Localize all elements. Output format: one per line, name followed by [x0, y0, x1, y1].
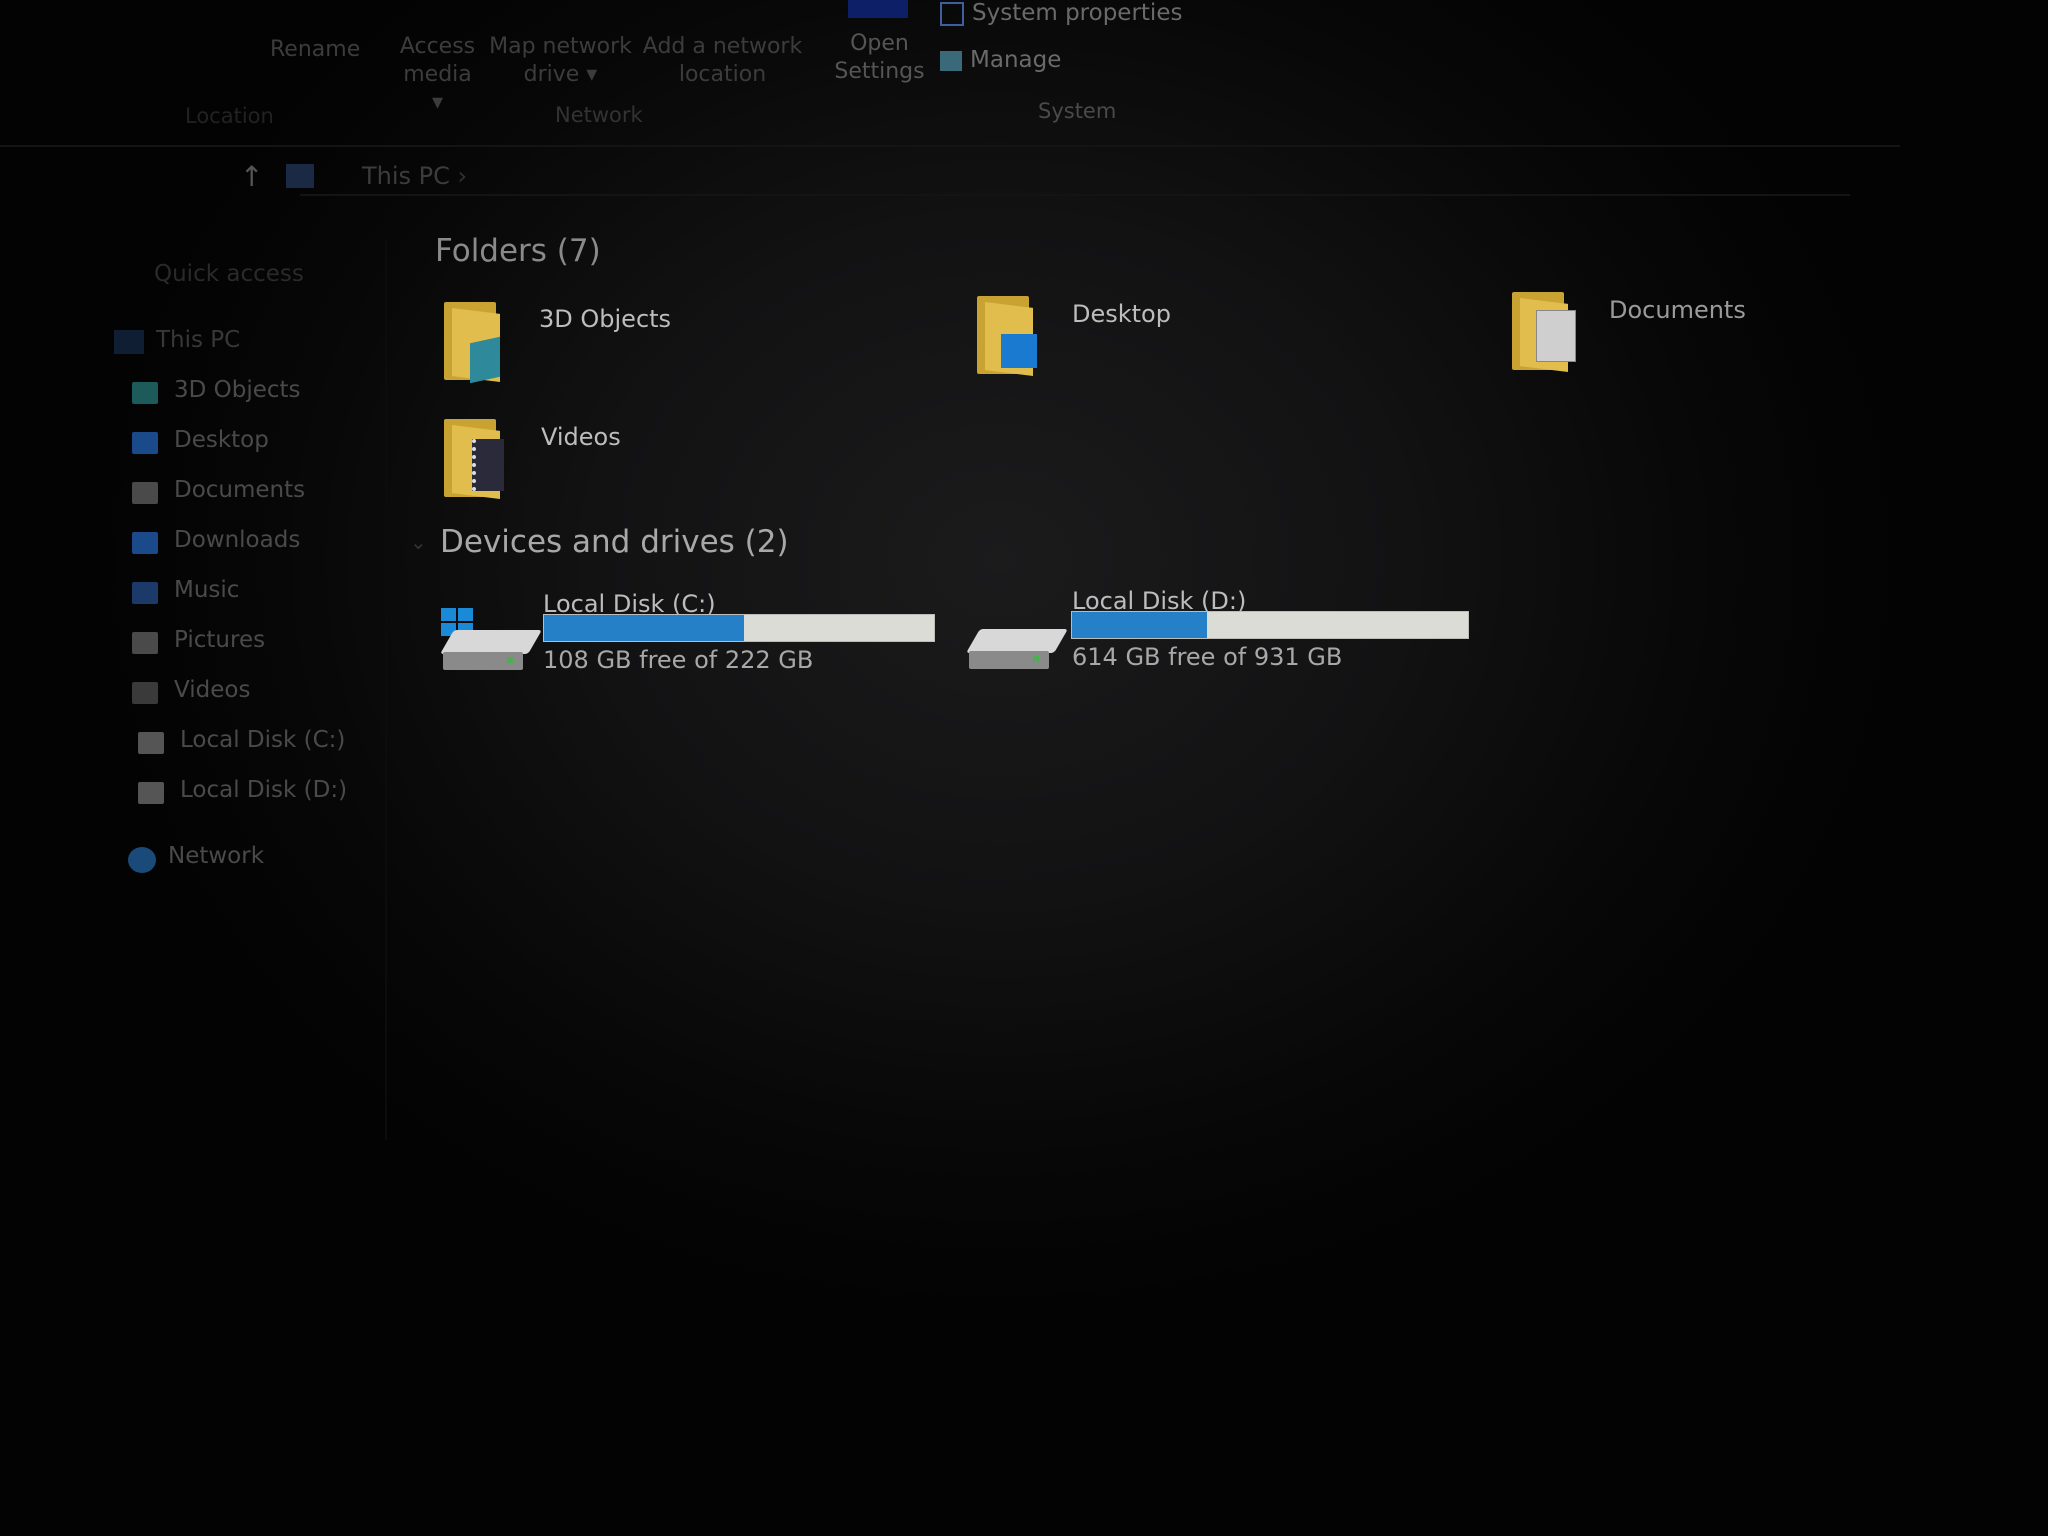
- sidebar-item-icon: [132, 582, 158, 604]
- folder-videos[interactable]: Videos: [444, 415, 864, 505]
- sidebar-item-icon: [132, 482, 158, 504]
- sidebar-item[interactable]: Desktop: [174, 427, 269, 453]
- hard-drive-icon: [440, 630, 542, 672]
- group-system: System: [1038, 99, 1117, 123]
- sidebar-item-icon: [132, 632, 158, 654]
- sidebar-divider: [385, 240, 387, 1140]
- sidebar-network[interactable]: Network: [168, 843, 264, 869]
- open-settings-button[interactable]: Open Settings: [832, 30, 927, 86]
- folder-label: Videos: [541, 423, 621, 451]
- folder-desktop[interactable]: Desktop: [977, 292, 1397, 382]
- drive-usage-bar: [543, 614, 935, 642]
- map-network-drive-label: Map network drive ▾: [489, 34, 632, 87]
- chevron-down-icon[interactable]: ⌄: [410, 530, 427, 554]
- settings-icon: [848, 0, 908, 18]
- sidebar-this-pc[interactable]: This PC: [156, 327, 240, 353]
- folder-3d-objects[interactable]: 3D Objects: [444, 298, 864, 388]
- breadcrumb-separator: ›: [457, 162, 468, 190]
- screen-background: [0, 0, 2048, 1536]
- desktop-folder-icon: [977, 292, 1037, 376]
- access-media-label: Access media ▾: [399, 34, 476, 115]
- sidebar-item[interactable]: Pictures: [174, 627, 265, 653]
- access-media-button[interactable]: Access media ▾: [395, 33, 480, 117]
- system-properties-label: System properties: [972, 0, 1183, 26]
- videos-folder-icon: [444, 415, 504, 499]
- sidebar-item-icon: [132, 432, 158, 454]
- checkbox-icon: [940, 1, 964, 26]
- folder-label: Desktop: [1072, 300, 1171, 328]
- drives-header: Devices and drives (2): [440, 524, 789, 560]
- sidebar-quick-access[interactable]: Quick access: [154, 261, 304, 287]
- drive-free-space: 614 GB free of 931 GB: [1072, 643, 1343, 671]
- sidebar-item[interactable]: Local Disk (C:): [180, 727, 345, 753]
- breadcrumb-this-pc[interactable]: This PC: [362, 162, 450, 190]
- sidebar-item-icon: [132, 382, 158, 404]
- group-network: Network: [555, 103, 643, 127]
- sidebar-item[interactable]: 3D Objects: [174, 377, 301, 403]
- sidebar-item[interactable]: Documents: [174, 477, 305, 503]
- folder-documents[interactable]: Documents: [1512, 288, 1932, 378]
- hard-drive-icon: [966, 629, 1068, 671]
- manage-icon: [940, 50, 962, 71]
- drive-usage-fill: [544, 615, 745, 641]
- drive-usage-bar: [1071, 611, 1469, 639]
- sidebar-item[interactable]: Music: [174, 577, 239, 603]
- sidebar-item-icon: [138, 732, 164, 754]
- sidebar-item[interactable]: Downloads: [174, 527, 300, 553]
- rename-label: Rename: [270, 37, 361, 62]
- documents-folder-icon: [1512, 288, 1576, 372]
- add-network-location-button[interactable]: Add a network location: [640, 33, 805, 89]
- sidebar-item[interactable]: Videos: [174, 677, 250, 703]
- drive-c[interactable]: Local Disk (C:) 108 GB free of 222 GB: [440, 590, 941, 680]
- this-pc-icon: [114, 330, 144, 354]
- up-arrow-icon[interactable]: ↑: [240, 160, 263, 193]
- open-settings-label: Open Settings: [834, 31, 925, 84]
- drive-d[interactable]: Local Disk (D:) 614 GB free of 931 GB: [966, 587, 1489, 677]
- sidebar-item[interactable]: Local Disk (D:): [180, 777, 347, 803]
- group-location: Location: [185, 104, 274, 128]
- network-icon: [128, 847, 156, 873]
- sidebar-item-icon: [132, 532, 158, 554]
- ribbon-divider: [0, 145, 1900, 147]
- drive-usage-fill: [1072, 612, 1207, 638]
- manage-button[interactable]: Manage: [940, 47, 1061, 73]
- breadcrumb[interactable]: This PC ›: [362, 162, 467, 190]
- map-network-drive-button[interactable]: Map network drive ▾: [488, 33, 633, 89]
- drive-free-space: 108 GB free of 222 GB: [543, 646, 814, 674]
- 3d-objects-folder-icon: [444, 298, 502, 384]
- sidebar-item-icon: [138, 782, 164, 804]
- manage-label: Manage: [970, 47, 1062, 73]
- folder-label: Documents: [1609, 296, 1746, 324]
- add-network-location-label: Add a network location: [642, 34, 803, 87]
- system-properties-button[interactable]: System properties: [940, 0, 1182, 26]
- address-bar[interactable]: [300, 158, 1850, 196]
- folders-header: Folders (7): [435, 233, 601, 269]
- folder-label: 3D Objects: [539, 305, 672, 333]
- sidebar-item-icon: [132, 682, 158, 704]
- rename-button[interactable]: Rename: [270, 36, 360, 64]
